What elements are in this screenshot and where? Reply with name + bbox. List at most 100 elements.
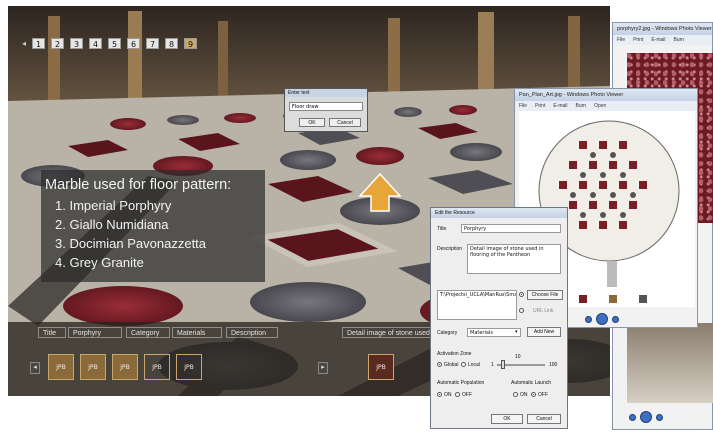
page-number[interactable]: 6 xyxy=(127,38,141,49)
page-number-active[interactable]: 9 xyxy=(184,38,198,49)
page-number[interactable]: 8 xyxy=(165,38,179,49)
category-select[interactable]: Materials xyxy=(467,328,521,337)
thumbnail[interactable]: JPB xyxy=(176,354,202,380)
prev-icon[interactable] xyxy=(629,413,636,421)
marble-info-panel: Marble used for floor pattern: 1. Imperi… xyxy=(41,170,265,282)
page-number[interactable]: 1 xyxy=(32,38,46,49)
page-item-1[interactable]: 1 xyxy=(32,38,46,49)
page-item-7[interactable]: 7 xyxy=(146,38,160,49)
prev-icon[interactable] xyxy=(585,315,592,323)
thumb-prev-button[interactable]: ◂ xyxy=(30,362,40,374)
title-label: Title xyxy=(437,226,447,232)
page-number[interactable]: 2 xyxy=(51,38,65,49)
edit-resource-dialog: Edit the Resource Title Porphyry Descrip… xyxy=(430,207,568,429)
page-number[interactable]: 7 xyxy=(146,38,160,49)
marble-item: 2. Giallo Numidiana xyxy=(55,217,169,232)
menu-burn[interactable]: Burn xyxy=(576,101,587,111)
page-item-5[interactable]: 5 xyxy=(108,38,122,49)
url-link-label: URL Link xyxy=(533,308,554,314)
window-title: Pan_Plan_Art.jpg - Windows Photo Viewer xyxy=(515,89,697,101)
populate-on-radio[interactable] xyxy=(437,392,442,397)
add-new-button[interactable]: Add New xyxy=(527,327,561,337)
global-label: Global xyxy=(444,362,459,368)
window-title: porphyry2.jpg - Windows Photo Viewer xyxy=(613,23,712,35)
populate-off-radio[interactable] xyxy=(455,392,460,397)
cancel-button[interactable]: Cancel xyxy=(527,414,561,424)
slider-value: 10 xyxy=(515,354,521,360)
slider-min: 1 xyxy=(491,362,494,368)
category-label: Category xyxy=(126,327,170,338)
marble-item: 1. Imperial Porphyry xyxy=(55,198,172,213)
thumbnail[interactable]: JPB xyxy=(80,354,106,380)
thumbnail[interactable]: JPB xyxy=(48,354,74,380)
description-label: Description xyxy=(226,327,278,338)
slider-thumb[interactable] xyxy=(501,360,505,369)
page-item-6[interactable]: 6 xyxy=(127,38,141,49)
menu-email[interactable]: E-mail xyxy=(651,35,665,45)
page-item-4[interactable]: 4 xyxy=(89,38,103,49)
description-field[interactable]: Detail image of stone used in flooring o… xyxy=(467,244,561,274)
choose-file-radio[interactable] xyxy=(519,292,524,297)
launch-on-label: ON xyxy=(520,392,528,398)
populate-off-label: OFF xyxy=(462,392,472,398)
choose-file-button[interactable]: Choose File xyxy=(527,290,563,300)
thumbnail[interactable]: JPB xyxy=(112,354,138,380)
page-item-9[interactable]: 9 xyxy=(184,38,198,49)
page-item-2[interactable]: 2 xyxy=(51,38,65,49)
next-icon[interactable] xyxy=(656,413,663,421)
page-bar: ◂ 1 2 3 4 5 6 7 8 9 xyxy=(22,38,198,49)
auto-launch-label: Automatic Launch xyxy=(511,380,552,386)
category-label: Category xyxy=(437,330,458,336)
menu-file[interactable]: File xyxy=(617,35,625,45)
chevron-down-icon[interactable]: ▾ xyxy=(515,329,518,335)
next-icon[interactable] xyxy=(612,315,619,323)
menu-burn[interactable]: Burn xyxy=(674,35,685,45)
page-number[interactable]: 3 xyxy=(70,38,84,49)
global-radio[interactable] xyxy=(437,362,442,367)
launch-off-label: OFF xyxy=(538,392,548,398)
marble-item: 3. Docimian Pavonazzetta xyxy=(55,236,207,251)
local-label: Local xyxy=(468,362,480,368)
url-link-radio[interactable] xyxy=(519,308,524,313)
launch-on-radio[interactable] xyxy=(513,392,518,397)
title-value: Porphyry xyxy=(68,327,122,338)
menu-print[interactable]: Print xyxy=(633,35,643,45)
menu-email[interactable]: E-mail xyxy=(553,101,567,111)
ok-button[interactable]: OK xyxy=(491,414,523,424)
cancel-button[interactable]: Cancel xyxy=(329,118,361,127)
category-value: Materials xyxy=(172,327,222,338)
page-number[interactable]: 5 xyxy=(108,38,122,49)
menu-bar: File Print E-mail Burn Open xyxy=(515,101,697,111)
thumb-next-button[interactable]: ▸ xyxy=(318,362,328,374)
prev-page-icon[interactable]: ◂ xyxy=(22,39,26,48)
viewer-controls xyxy=(585,313,619,325)
slideshow-icon[interactable] xyxy=(596,313,608,325)
dialog-title: Edit the Resource xyxy=(431,208,567,218)
page-item-3[interactable]: 3 xyxy=(70,38,84,49)
local-radio[interactable] xyxy=(461,362,466,367)
title-label: Title xyxy=(38,327,66,338)
slider-max: 100 xyxy=(549,362,558,368)
menu-open[interactable]: Open xyxy=(594,101,606,111)
marble-info-title: Marble used for floor pattern: xyxy=(45,177,232,193)
marble-item: 4. Grey Granite xyxy=(55,255,144,270)
description-label: Description xyxy=(437,246,463,252)
activation-zone-label: Activation Zone xyxy=(437,351,472,357)
auto-population-label: Automatic Population xyxy=(437,380,485,386)
slideshow-icon[interactable] xyxy=(640,411,652,423)
menu-print[interactable]: Print xyxy=(535,101,545,111)
populate-on-label: ON xyxy=(444,392,452,398)
page-item-8[interactable]: 8 xyxy=(165,38,179,49)
thumbnail-right[interactable]: JPB xyxy=(368,354,394,380)
thumbnail[interactable]: JPB xyxy=(144,354,170,380)
title-field[interactable]: Porphyry xyxy=(461,224,561,233)
ok-button[interactable]: OK xyxy=(299,118,325,127)
file-path-list[interactable]: T:\Projects\_UCLA\ManRus\SmallerBoard\Mo… xyxy=(437,290,517,320)
menu-file[interactable]: File xyxy=(519,101,527,111)
enter-text-input[interactable] xyxy=(289,102,363,111)
launch-off-radio[interactable] xyxy=(531,392,536,397)
photo-image-lower xyxy=(627,323,713,403)
page-number[interactable]: 4 xyxy=(89,38,103,49)
menu-bar: File Print E-mail Burn xyxy=(613,35,712,45)
dialog-title: Enter text xyxy=(285,89,367,97)
